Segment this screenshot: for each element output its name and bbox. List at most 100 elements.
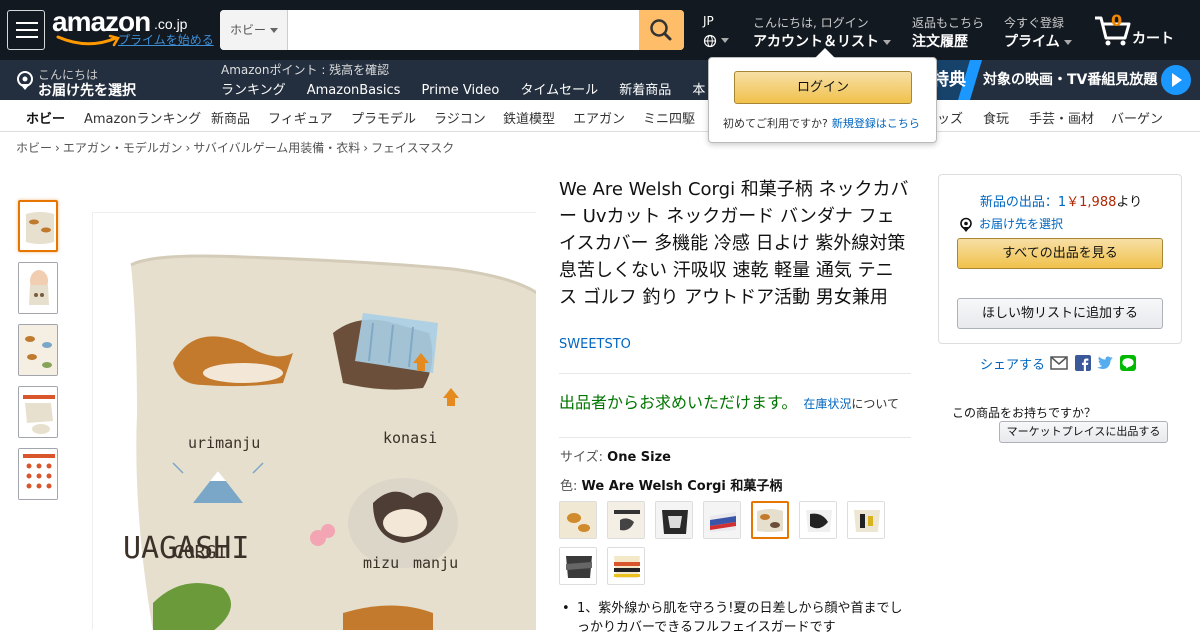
- subnav-link-ranking[interactable]: ランキング: [221, 83, 286, 98]
- subnav-link-timesale[interactable]: タイムセール: [520, 83, 598, 98]
- thumbnail-3[interactable]: [18, 324, 58, 376]
- color-swatch[interactable]: [607, 501, 645, 539]
- category-link-mini4wd[interactable]: ミニ四駆: [643, 108, 695, 127]
- color-swatch[interactable]: [559, 547, 597, 585]
- promo-text: 対象の映画・TV番組見放題: [983, 72, 1158, 88]
- thumbnail-5[interactable]: [18, 448, 58, 500]
- category-link-radicon[interactable]: ラジコン: [434, 108, 486, 127]
- caret-down-icon: [1063, 39, 1072, 45]
- search-input[interactable]: [288, 10, 639, 50]
- buybox-deliver-link[interactable]: お届け先を選択: [959, 215, 1063, 233]
- color-swatch[interactable]: [703, 501, 741, 539]
- language-selector[interactable]: JP: [703, 14, 729, 49]
- category-link-plamodel[interactable]: プラモデル: [351, 108, 416, 127]
- feature-bullet: 1、紫外線から肌を守ろう!夏の日差しから顔や首までしっかりカバーできるフルフェイ…: [562, 599, 907, 637]
- category-link-crafts[interactable]: 手芸・画材: [1029, 108, 1094, 127]
- globe-icon: [703, 34, 717, 47]
- subnav-link-prime-video[interactable]: Prime Video: [422, 83, 500, 98]
- product-title: We Are Welsh Corgi 和菓子柄 ネックカバー Uvカット ネック…: [559, 179, 909, 308]
- twitter-icon[interactable]: [1096, 355, 1114, 371]
- add-to-wishlist-button[interactable]: ほしい物リストに追加する: [957, 298, 1163, 329]
- login-popover: ログイン 初めてご利用ですか? 新規登録はこちら: [708, 48, 937, 143]
- facebook-icon[interactable]: [1074, 355, 1092, 371]
- color-swatch-selected[interactable]: [751, 501, 789, 539]
- breadcrumb-item[interactable]: エアガン・モデルガン: [63, 141, 183, 155]
- register-link[interactable]: 新規登録はこちら: [832, 117, 920, 130]
- hamburger-menu-icon[interactable]: [7, 10, 45, 50]
- category-link-shokugan[interactable]: 食玩: [983, 108, 1009, 127]
- new-offers-link[interactable]: 新品の出品：1￥1,988より: [939, 191, 1183, 210]
- divider: [559, 373, 911, 374]
- subnav-link-new-arrivals[interactable]: 新着商品: [619, 83, 671, 98]
- color-swatch[interactable]: [607, 547, 645, 585]
- main-product-image[interactable]: urimanju konasi UAGASHI CORGI mizu manju: [92, 212, 536, 630]
- category-link-bargain[interactable]: バーゲン: [1111, 108, 1163, 127]
- image-text-corgi: CORGI: [173, 542, 227, 563]
- orders-link[interactable]: 返品もこちら 注文履歴: [912, 14, 984, 51]
- search-button[interactable]: [639, 10, 684, 50]
- category-link-new[interactable]: 新商品: [211, 108, 250, 127]
- subnav-link-amazonbasics[interactable]: AmazonBasics: [307, 83, 401, 98]
- buybox-deliver-label: お届け先を選択: [979, 217, 1064, 231]
- amazon-logo[interactable]: amazon .co.jp プライムを始める: [52, 6, 214, 50]
- caret-down-icon: [270, 28, 278, 33]
- breadcrumb-item[interactable]: サバイバルゲーム用装備・衣料: [193, 141, 360, 155]
- line-icon[interactable]: [1119, 355, 1137, 371]
- have-this-item-text: この商品をお持ちですか？: [952, 406, 1097, 420]
- brand-link[interactable]: SWEETSTO: [559, 337, 631, 352]
- size-value: One Size: [607, 450, 671, 465]
- account-lists-menu[interactable]: こんにちは, ログイン アカウント＆リスト: [753, 14, 891, 51]
- category-link-railway[interactable]: 鉄道模型: [503, 108, 555, 127]
- email-icon[interactable]: [1050, 355, 1068, 371]
- search-icon: [650, 19, 672, 41]
- search-category-dropdown[interactable]: ホビー: [220, 10, 288, 50]
- play-icon: [1161, 65, 1191, 95]
- thumbnail-1[interactable]: [18, 200, 58, 252]
- breadcrumb-item[interactable]: フェイスマスク: [371, 141, 454, 155]
- prime-menu[interactable]: 今すぐ登録 プライム: [1004, 14, 1072, 51]
- returns-label: 返品もこちら: [912, 16, 985, 30]
- image-text-urimanju: urimanju: [188, 434, 260, 452]
- category-link-airgun[interactable]: エアガン: [573, 108, 625, 127]
- swatch-image: [656, 502, 692, 538]
- feature-bullet-text: 1、紫外線から肌を守ろう!夏の日差しから顔や首までしっかりカバーできるフルフェイ…: [577, 601, 903, 635]
- size-row: サイズ: One Size: [560, 446, 671, 465]
- prime-video-promo[interactable]: 特典 対象の映画・TV番組見放題: [930, 60, 1200, 100]
- login-button[interactable]: ログイン: [734, 71, 912, 104]
- prime-signup-link[interactable]: プライムを始める: [118, 31, 214, 48]
- sell-on-marketplace-button[interactable]: マーケットプレイスに出品する: [999, 421, 1168, 443]
- cart-link[interactable]: 0 カート: [1093, 8, 1193, 52]
- points-balance-link[interactable]: Amazonポイント : 残高を確認: [221, 61, 389, 78]
- color-row: 色: We Are Welsh Corgi 和菓子柄: [560, 475, 782, 494]
- size-label: サイズ:: [560, 450, 603, 465]
- color-swatch[interactable]: [559, 501, 597, 539]
- location-pin-icon: [17, 71, 33, 90]
- image-text-konasi: konasi: [383, 429, 437, 447]
- see-all-offers-button[interactable]: すべての出品を見る: [957, 238, 1163, 269]
- category-link-figure[interactable]: フィギュア: [268, 108, 332, 127]
- category-link-ranking[interactable]: Amazonランキング: [84, 108, 201, 127]
- subnav-link-books[interactable]: 本: [692, 83, 705, 98]
- stock-status-link[interactable]: 在庫状況: [803, 397, 851, 411]
- category-link-hobby[interactable]: ホビー: [26, 108, 65, 127]
- location-pin-icon: [960, 217, 972, 232]
- swatch-image: [704, 502, 740, 538]
- buy-box: 新品の出品：1￥1,988より お届け先を選択 すべての出品を見る ほしい物リス…: [938, 174, 1182, 344]
- category-link-goods[interactable]: ッズ: [937, 108, 963, 127]
- swatch-image: [608, 548, 644, 584]
- caret-down-icon: [721, 38, 729, 43]
- color-swatch[interactable]: [799, 501, 837, 539]
- color-swatch[interactable]: [847, 501, 885, 539]
- swatch-image: [800, 502, 836, 538]
- thumbnail-4[interactable]: [18, 386, 58, 438]
- thumbnail-image: [19, 325, 57, 375]
- availability-section: 出品者からお求めいただけます。 在庫状況について: [559, 389, 911, 413]
- swatch-image: [608, 502, 644, 538]
- search-category-label: ホビー: [230, 23, 267, 37]
- breadcrumb-item[interactable]: ホビー: [16, 141, 52, 155]
- color-swatch[interactable]: [655, 501, 693, 539]
- thumbnail-2[interactable]: [18, 262, 58, 314]
- availability-text: 出品者からお求めいただけます。: [559, 393, 798, 412]
- secondary-navbar: こんにちは お届け先を選択 Amazonポイント : 残高を確認 ランキング A…: [0, 60, 1200, 100]
- divider: [559, 437, 911, 438]
